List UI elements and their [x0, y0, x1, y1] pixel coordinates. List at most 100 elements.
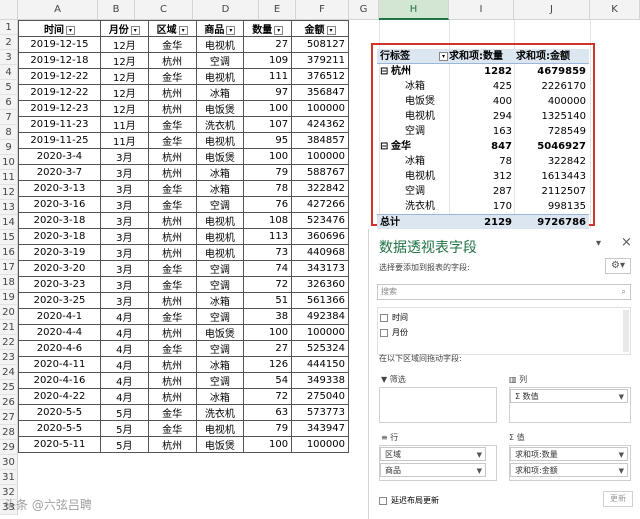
- table-cell[interactable]: 2019-11-25: [18, 132, 101, 149]
- table-cell[interactable]: 100000: [291, 148, 349, 165]
- row-header[interactable]: 22: [0, 335, 18, 350]
- row-header[interactable]: 8: [0, 125, 18, 140]
- table-cell[interactable]: 杭州: [147, 228, 197, 245]
- header-region[interactable]: 区域 ▾: [147, 20, 197, 37]
- table-cell[interactable]: 2020-3-23: [18, 276, 101, 293]
- row-header[interactable]: 2: [0, 35, 18, 50]
- column-header-h[interactable]: H: [379, 0, 449, 20]
- table-cell[interactable]: 108: [243, 212, 293, 229]
- pivot-item-row[interactable]: 冰箱 425 2226170: [377, 79, 589, 94]
- table-cell[interactable]: 空调: [195, 196, 245, 213]
- row-header[interactable]: 25: [0, 380, 18, 395]
- table-cell[interactable]: 2020-4-4: [18, 324, 101, 341]
- table-cell[interactable]: 3月: [99, 292, 149, 309]
- table-cell[interactable]: 111: [243, 68, 293, 85]
- field-checkbox[interactable]: [380, 313, 388, 322]
- table-cell[interactable]: 376512: [291, 68, 349, 85]
- table-cell[interactable]: 2019-12-22: [18, 68, 101, 85]
- table-cell[interactable]: 杭州: [147, 84, 197, 101]
- table-cell[interactable]: 11月: [99, 116, 149, 133]
- header-product[interactable]: 商品 ▾: [195, 20, 245, 37]
- row-header[interactable]: 11: [0, 170, 18, 185]
- table-cell[interactable]: 97: [243, 84, 293, 101]
- row-header[interactable]: 26: [0, 395, 18, 410]
- table-cell[interactable]: 金华: [147, 36, 197, 53]
- row-header[interactable]: 5: [0, 80, 18, 95]
- table-cell[interactable]: 2020-5-11: [18, 436, 101, 453]
- table-cell[interactable]: 424362: [291, 116, 349, 133]
- table-cell[interactable]: 72: [243, 388, 293, 405]
- field-item-time[interactable]: 时间: [380, 312, 408, 323]
- filter-drop-zone[interactable]: [379, 387, 497, 423]
- table-cell[interactable]: 427266: [291, 196, 349, 213]
- table-cell[interactable]: 126: [243, 356, 293, 373]
- value-field-amt-sum[interactable]: 求和项:金额 ▼: [510, 463, 628, 477]
- table-cell[interactable]: 51: [243, 292, 293, 309]
- table-cell[interactable]: 2020-3-16: [18, 196, 101, 213]
- row-header[interactable]: 31: [0, 470, 18, 485]
- table-cell[interactable]: 空调: [195, 276, 245, 293]
- column-header-i[interactable]: I: [449, 0, 514, 20]
- table-cell[interactable]: 12月: [99, 52, 149, 69]
- table-cell[interactable]: 杭州: [147, 356, 197, 373]
- pivot-item-row[interactable]: 空调 163 728549: [377, 124, 589, 139]
- table-cell[interactable]: 322842: [291, 180, 349, 197]
- table-cell[interactable]: 2020-3-13: [18, 180, 101, 197]
- table-cell[interactable]: 100: [243, 324, 293, 341]
- table-cell[interactable]: 2020-4-16: [18, 372, 101, 389]
- table-cell[interactable]: 2019-12-15: [18, 36, 101, 53]
- table-cell[interactable]: 508127: [291, 36, 349, 53]
- table-cell[interactable]: 588767: [291, 164, 349, 181]
- table-cell[interactable]: 电视机: [195, 228, 245, 245]
- row-header[interactable]: 17: [0, 260, 18, 275]
- table-cell[interactable]: 金华: [147, 196, 197, 213]
- row-header[interactable]: 7: [0, 110, 18, 125]
- row-header[interactable]: 20: [0, 305, 18, 320]
- table-cell[interactable]: 电视机: [195, 36, 245, 53]
- table-cell[interactable]: 2019-12-18: [18, 52, 101, 69]
- column-header-b[interactable]: B: [98, 0, 135, 20]
- row-header[interactable]: 13: [0, 200, 18, 215]
- table-cell[interactable]: 2020-4-6: [18, 340, 101, 357]
- search-input[interactable]: 搜索 ⌕: [377, 284, 631, 300]
- corner-cell[interactable]: [0, 0, 18, 20]
- table-cell[interactable]: 冰箱: [195, 388, 245, 405]
- table-cell[interactable]: 107: [243, 116, 293, 133]
- table-cell[interactable]: 38: [243, 308, 293, 325]
- row-header[interactable]: 30: [0, 455, 18, 470]
- row-header[interactable]: 10: [0, 155, 18, 170]
- row-field-product[interactable]: 商品 ▼: [380, 463, 486, 477]
- table-cell[interactable]: 杭州: [147, 388, 197, 405]
- table-cell[interactable]: 杭州: [147, 148, 197, 165]
- table-cell[interactable]: 523476: [291, 212, 349, 229]
- table-cell[interactable]: 573773: [291, 404, 349, 421]
- table-cell[interactable]: 2020-3-25: [18, 292, 101, 309]
- pivot-item-row[interactable]: 洗衣机 170 998135: [377, 199, 589, 214]
- table-cell[interactable]: 金华: [147, 308, 197, 325]
- table-cell[interactable]: 金华: [147, 116, 197, 133]
- table-cell[interactable]: 电视机: [195, 212, 245, 229]
- pivot-item-row[interactable]: 电视机 312 1613443: [377, 169, 589, 184]
- table-cell[interactable]: 2020-4-22: [18, 388, 101, 405]
- row-header[interactable]: 19: [0, 290, 18, 305]
- table-cell[interactable]: 金华: [147, 180, 197, 197]
- table-cell[interactable]: 金华: [147, 276, 197, 293]
- table-cell[interactable]: 78: [243, 180, 293, 197]
- table-cell[interactable]: 4月: [99, 356, 149, 373]
- table-cell[interactable]: 561366: [291, 292, 349, 309]
- gear-icon[interactable]: ⚙▾: [605, 258, 631, 274]
- table-cell[interactable]: 326360: [291, 276, 349, 293]
- table-cell[interactable]: 79: [243, 164, 293, 181]
- column-header-d[interactable]: D: [193, 0, 259, 20]
- table-cell[interactable]: 金华: [147, 420, 197, 437]
- table-cell[interactable]: 5月: [99, 436, 149, 453]
- table-cell[interactable]: 空调: [195, 372, 245, 389]
- row-header[interactable]: 28: [0, 425, 18, 440]
- value-field-qty-sum[interactable]: 求和项:数量 ▼: [510, 447, 628, 461]
- row-field-region[interactable]: 区域 ▼: [380, 447, 486, 461]
- table-cell[interactable]: 冰箱: [195, 164, 245, 181]
- table-cell[interactable]: 电视机: [195, 420, 245, 437]
- close-icon[interactable]: ×: [621, 235, 632, 250]
- table-cell[interactable]: 电视机: [195, 244, 245, 261]
- field-list-scrollbar[interactable]: [623, 310, 629, 352]
